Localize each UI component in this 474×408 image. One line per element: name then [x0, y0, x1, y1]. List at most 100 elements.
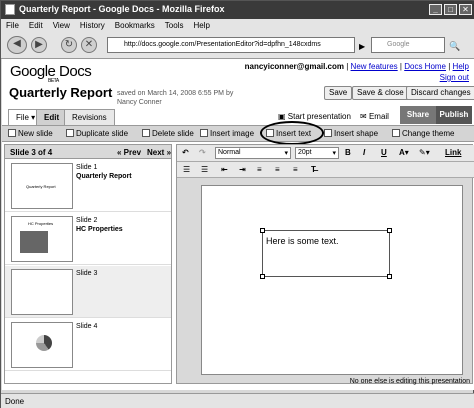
docs-favicon-icon: [5, 4, 15, 15]
share-button[interactable]: Share: [400, 106, 436, 124]
slide-thumbnail: HC Properties: [11, 216, 73, 262]
menu-view[interactable]: View: [48, 19, 75, 32]
slide-toolbar: New slide Duplicate slide Delete slide I…: [2, 125, 474, 142]
search-input[interactable]: Google: [371, 37, 445, 53]
reload-icon[interactable]: ↻: [61, 37, 77, 53]
menu-edit[interactable]: Edit: [24, 19, 48, 32]
back-icon[interactable]: ◀: [7, 36, 27, 54]
italic-button[interactable]: I: [363, 148, 365, 157]
change-theme-button[interactable]: Change theme: [392, 129, 454, 138]
decrease-indent-icon[interactable]: ⇤: [221, 165, 228, 174]
maximize-button[interactable]: □: [444, 4, 457, 15]
tab-revisions[interactable]: Revisions: [64, 109, 115, 125]
text-box-content[interactable]: Here is some text.: [266, 236, 339, 246]
pie-thumbnail: [36, 335, 52, 351]
slide-editor: ↶ ↷ Normal ▾ 20pt ▾ B I U A▾ ✎▾ Link ☰ ☰ ⇤…: [176, 144, 474, 384]
search-icon[interactable]: 🔍: [449, 41, 460, 52]
slide-thumbnail: [11, 269, 73, 315]
highlight-color-button[interactable]: ✎▾: [419, 148, 430, 157]
google-docs-logo[interactable]: Google Docs BETA: [10, 63, 92, 84]
text-color-button[interactable]: A▾: [399, 148, 409, 157]
text-box[interactable]: Here is some text.: [260, 228, 392, 279]
slide-item-1[interactable]: Quarterly Report Slide 1 Quarterly Report: [5, 160, 171, 212]
user-links: nancyiconner@gmail.com | New features | …: [244, 62, 469, 82]
forward-icon[interactable]: ▶: [31, 37, 47, 53]
new-slide-icon: [8, 129, 16, 137]
slide-title: HC Properties: [76, 226, 123, 233]
address-bar[interactable]: http://docs.google.com/PresentationEdito…: [107, 37, 355, 53]
email-button[interactable]: ✉ Email: [360, 112, 389, 121]
slide-thumbnail: [11, 322, 73, 368]
resize-handle[interactable]: [260, 228, 265, 233]
close-window-button[interactable]: ✕: [459, 4, 472, 15]
new-slide-button[interactable]: New slide: [8, 129, 53, 138]
document-title[interactable]: Quarterly Report: [9, 85, 112, 100]
resize-handle[interactable]: [387, 274, 392, 279]
redo-icon[interactable]: ↷: [199, 148, 206, 157]
docs-page: Google Docs BETA nancyiconner@gmail.com |…: [2, 59, 474, 390]
slides-panel: Slide 3 of 4 « Prev Next » Quarterly Rep…: [4, 144, 172, 384]
bold-button[interactable]: B: [345, 148, 351, 157]
prev-slide-link[interactable]: « Prev: [117, 148, 141, 157]
bulleted-list-icon[interactable]: ☰: [201, 165, 208, 174]
undo-icon[interactable]: ↶: [182, 148, 189, 157]
title-bar: Quarterly Report - Google Docs - Mozilla…: [1, 1, 474, 19]
menu-help[interactable]: Help: [188, 19, 214, 32]
align-left-icon[interactable]: ≡: [257, 165, 262, 174]
slide-canvas[interactable]: Here is some text.: [201, 185, 463, 375]
insert-shape-button[interactable]: Insert shape: [324, 129, 378, 138]
save-button[interactable]: Save: [324, 86, 353, 100]
clear-formatting-icon[interactable]: T̶: [311, 165, 316, 174]
tab-edit[interactable]: Edit: [36, 109, 68, 125]
start-presentation-button[interactable]: ▣ Start presentation: [278, 112, 351, 121]
increase-indent-icon[interactable]: ⇥: [239, 165, 246, 174]
slide-title: Quarterly Report: [76, 173, 132, 180]
new-features-link[interactable]: New features: [351, 62, 398, 71]
stop-icon[interactable]: ✕: [81, 37, 97, 53]
slide-item-4[interactable]: Slide 4: [5, 319, 171, 371]
help-link[interactable]: Help: [453, 62, 469, 71]
menu-tools[interactable]: Tools: [160, 19, 189, 32]
status-text: Done: [5, 397, 25, 406]
slide-number: Slide 4: [76, 323, 98, 330]
go-arrow-icon[interactable]: ▶: [359, 42, 365, 51]
slide-thumbnail: Quarterly Report: [11, 163, 73, 209]
next-slide-link[interactable]: Next »: [147, 148, 171, 157]
insert-image-icon: [200, 129, 208, 137]
minimize-button[interactable]: _: [429, 4, 442, 15]
url-text: http://docs.google.com/PresentationEdito…: [124, 41, 321, 48]
menu-file[interactable]: File: [1, 19, 24, 32]
slide-item-2[interactable]: HC Properties Slide 2 HC Properties: [5, 213, 171, 265]
slide-item-3[interactable]: Slide 3: [5, 266, 171, 318]
font-size-select[interactable]: 20pt ▾: [295, 147, 339, 159]
beta-label: BETA: [48, 78, 59, 84]
docs-home-link[interactable]: Docs Home: [404, 62, 446, 71]
browser-window: Quarterly Report - Google Docs - Mozilla…: [0, 0, 474, 408]
delete-slide-button[interactable]: Delete slide: [142, 129, 194, 138]
underline-button[interactable]: U: [381, 148, 387, 157]
align-center-icon[interactable]: ≡: [275, 165, 280, 174]
slide-number: Slide 3: [76, 270, 98, 277]
discard-changes-button[interactable]: Discard changes: [406, 86, 474, 100]
slide-number: Slide 1: [76, 164, 98, 171]
align-right-icon[interactable]: ≡: [293, 165, 298, 174]
menu-bookmarks[interactable]: Bookmarks: [110, 19, 160, 32]
save-close-button[interactable]: Save & close: [352, 86, 409, 100]
browser-status-bar: Done: [1, 393, 474, 408]
delete-slide-icon: [142, 129, 150, 137]
publish-button[interactable]: Publish: [436, 106, 472, 124]
collaboration-status: No one else is editing this presentation: [349, 378, 470, 385]
slide-number: Slide 2: [76, 217, 98, 224]
insert-image-button[interactable]: Insert image: [200, 129, 254, 138]
resize-handle[interactable]: [260, 274, 265, 279]
numbered-list-icon[interactable]: ☰: [183, 165, 190, 174]
insert-shape-icon: [324, 129, 332, 137]
sign-out-link[interactable]: Sign out: [440, 73, 469, 82]
style-select[interactable]: Normal ▾: [215, 147, 291, 159]
slide-counter: Slide 3 of 4: [10, 148, 53, 157]
duplicate-slide-button[interactable]: Duplicate slide: [66, 129, 128, 138]
link-button[interactable]: Link: [445, 148, 461, 157]
slides-panel-header: Slide 3 of 4 « Prev Next »: [5, 145, 171, 159]
resize-handle[interactable]: [387, 228, 392, 233]
menu-history[interactable]: History: [75, 19, 110, 32]
